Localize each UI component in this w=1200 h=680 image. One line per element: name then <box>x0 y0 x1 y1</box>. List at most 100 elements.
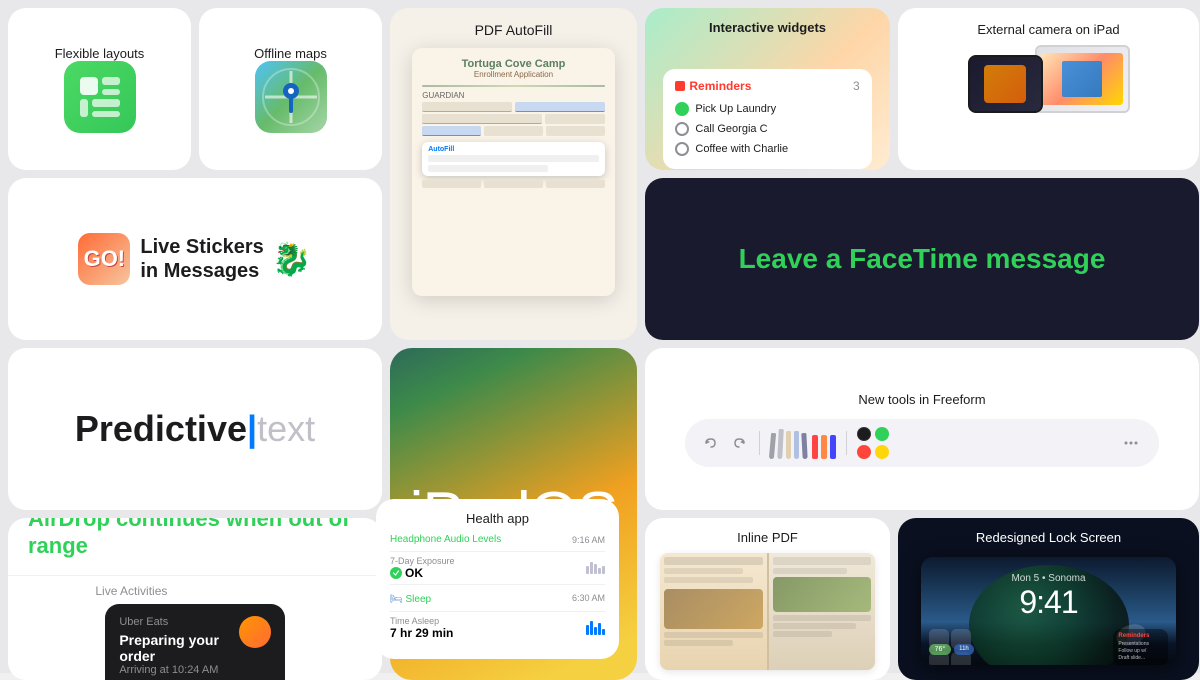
reminder-item-2[interactable]: Call Georgia C <box>675 119 859 139</box>
widgets-title: Interactive widgets <box>709 20 826 35</box>
tool-pencil-2[interactable] <box>778 428 785 458</box>
maps-icon <box>255 61 327 133</box>
card-inline-pdf: Inline PDF <box>645 518 890 680</box>
lock-screen-title: Redesigned Lock Screen <box>976 530 1121 545</box>
predictive-text-display: Predictive|text <box>75 408 315 450</box>
uber-avatar <box>239 616 271 648</box>
reminders-title: Reminders <box>689 79 751 93</box>
tool-pen-2[interactable] <box>802 432 808 458</box>
reminders-widget[interactable]: Reminders 3 Pick Up Laundry Call Georgia… <box>663 69 871 169</box>
lock-temp-widget: 76° <box>929 644 952 655</box>
pdf-form-mockup: Tortuga Cove Camp Enrollment Application… <box>412 48 615 296</box>
health-item2-label: 7-Day Exposure <box>390 556 455 566</box>
predictive-cursor: | <box>247 408 257 449</box>
health-item1-label: Headphone Audio Levels <box>390 534 501 545</box>
lock-time-display: 9:41 <box>921 584 1177 621</box>
card-facetime: Leave a FaceTime message <box>645 178 1199 340</box>
reminder-check-2 <box>675 122 689 136</box>
freeform-undo-icon[interactable] <box>701 433 721 453</box>
health-item3-label: Sleep <box>405 594 431 605</box>
freeform-divider-2 <box>846 431 847 455</box>
inline-pdf-title: Inline PDF <box>737 530 798 545</box>
reminder-item-1[interactable]: Pick Up Laundry <box>675 99 859 119</box>
stickers-text-block: Live Stickers in Messages <box>140 235 263 283</box>
uber-app-name: Uber Eats <box>119 616 238 628</box>
health-row-3: 🛏 Sleep 6:30 AM <box>390 584 605 607</box>
health-bars-1 <box>586 562 605 574</box>
stickers-subtitle: in Messages <box>140 259 263 283</box>
tool-pencil-1[interactable] <box>769 432 776 458</box>
predictive-gray: text <box>257 408 315 449</box>
inline-pdf-left-page <box>660 553 767 670</box>
color-yellow[interactable] <box>875 445 889 459</box>
lock-bottom-widgets: 76° 11h <box>929 644 974 655</box>
color-black[interactable] <box>857 427 871 441</box>
uber-time: Arriving at 10:24 AM <box>119 664 238 676</box>
reminder-label-1: Pick Up Laundry <box>695 103 776 115</box>
card-interactive-widgets: Interactive widgets Reminders 3 Pick Up … <box>645 8 890 170</box>
tool-pencil-3[interactable] <box>786 431 791 459</box>
card-flexible-layouts: Flexible layouts <box>8 8 191 170</box>
reminder-label-3: Coffee with Charlie <box>695 143 788 155</box>
lock-clock: Mon 5 • Sonoma 9:41 <box>921 573 1177 621</box>
lock-reminders-widget: Reminders Presentations Follow up w/ Dra… <box>1113 629 1168 665</box>
live-activity-card: Uber Eats Preparing your order Arriving … <box>105 604 284 680</box>
live-activities-title: Live Activities <box>95 584 167 598</box>
freeform-colors <box>857 427 889 459</box>
health-item4-value: 7 hr 29 min <box>390 626 453 640</box>
pdf-form-subtitle: Enrollment Application <box>462 70 566 79</box>
card-health: Health app Headphone Audio Levels 9:16 A… <box>376 499 619 659</box>
reminders-icon <box>675 81 685 91</box>
offline-maps-title: Offline maps <box>254 46 327 61</box>
reminders-count: 3 <box>853 79 860 93</box>
live-activities-section: Live Activities Uber Eats Preparing your… <box>81 576 308 680</box>
freeform-toolbar <box>685 419 1158 467</box>
card-external-camera: External camera on iPad <box>898 8 1199 170</box>
reminder-check-1 <box>675 102 689 116</box>
ipad-device <box>968 55 1043 113</box>
camera-title: External camera on iPad <box>977 22 1119 37</box>
freeform-tools <box>770 427 836 459</box>
tool-marker-blue[interactable] <box>830 435 836 459</box>
flexible-layouts-icon <box>64 61 136 133</box>
card-lock-screen: Redesigned Lock Screen Mon 5 • Sonoma 9:… <box>898 518 1199 680</box>
stickers-title: Live Stickers <box>140 235 263 259</box>
pdf-autofill-title: PDF AutoFill <box>475 22 553 38</box>
card-predictive-text: Predictive|text <box>8 348 382 510</box>
lock-screen-device: Mon 5 • Sonoma 9:41 Reminders <box>921 557 1177 665</box>
imac-device <box>1035 45 1130 113</box>
health-title: Health app <box>390 511 605 526</box>
airdrop-section: AirDrop continues when out of range <box>8 518 382 576</box>
reminder-item-3[interactable]: Coffee with Charlie <box>675 139 859 159</box>
tool-marker-orange[interactable] <box>821 435 827 459</box>
card-bottom-left: AirDrop continues when out of range Live… <box>8 518 382 680</box>
sticker-flame-icon: 🐉 <box>272 240 312 278</box>
card-freeform: New tools in Freeform <box>645 348 1199 510</box>
color-green[interactable] <box>875 427 889 441</box>
uber-status: Preparing your order <box>119 632 238 664</box>
reminder-label-2: Call Georgia C <box>695 123 767 135</box>
health-row-4: Time Asleep 7 hr 29 min <box>390 611 605 640</box>
tool-marker-red[interactable] <box>812 435 818 459</box>
freeform-redo-icon[interactable] <box>729 433 749 453</box>
health-ok-icon <box>390 567 402 579</box>
health-item3-icon: 🛏 <box>390 594 405 605</box>
health-item4-label: Time Asleep <box>390 616 453 626</box>
freeform-divider <box>759 431 760 455</box>
airdrop-title: AirDrop continues when out of range <box>28 518 362 559</box>
card-pdf-autofill: PDF AutoFill Tortuga Cove Camp Enrollmen… <box>390 8 637 340</box>
card-offline-maps: Offline maps <box>199 8 382 170</box>
pdf-form-title: Tortuga Cove Camp <box>462 58 566 70</box>
inline-pdf-right-page <box>769 553 876 670</box>
card-live-stickers: GO! Live Stickers in Messages 🐉 <box>8 178 382 340</box>
health-row-2: 7-Day Exposure OK <box>390 551 605 580</box>
sticker-go-icon: GO! <box>78 233 130 285</box>
freeform-more-icon[interactable] <box>1119 431 1143 455</box>
lock-time-widget: 11h <box>954 644 974 655</box>
health-item1-time: 9:16 AM <box>572 535 605 545</box>
predictive-black: Predictive <box>75 408 247 449</box>
facetime-title: Leave a FaceTime message <box>719 243 1126 275</box>
flexible-layouts-title: Flexible layouts <box>55 46 145 61</box>
tool-pen-1[interactable] <box>794 431 799 459</box>
color-red[interactable] <box>857 445 871 459</box>
